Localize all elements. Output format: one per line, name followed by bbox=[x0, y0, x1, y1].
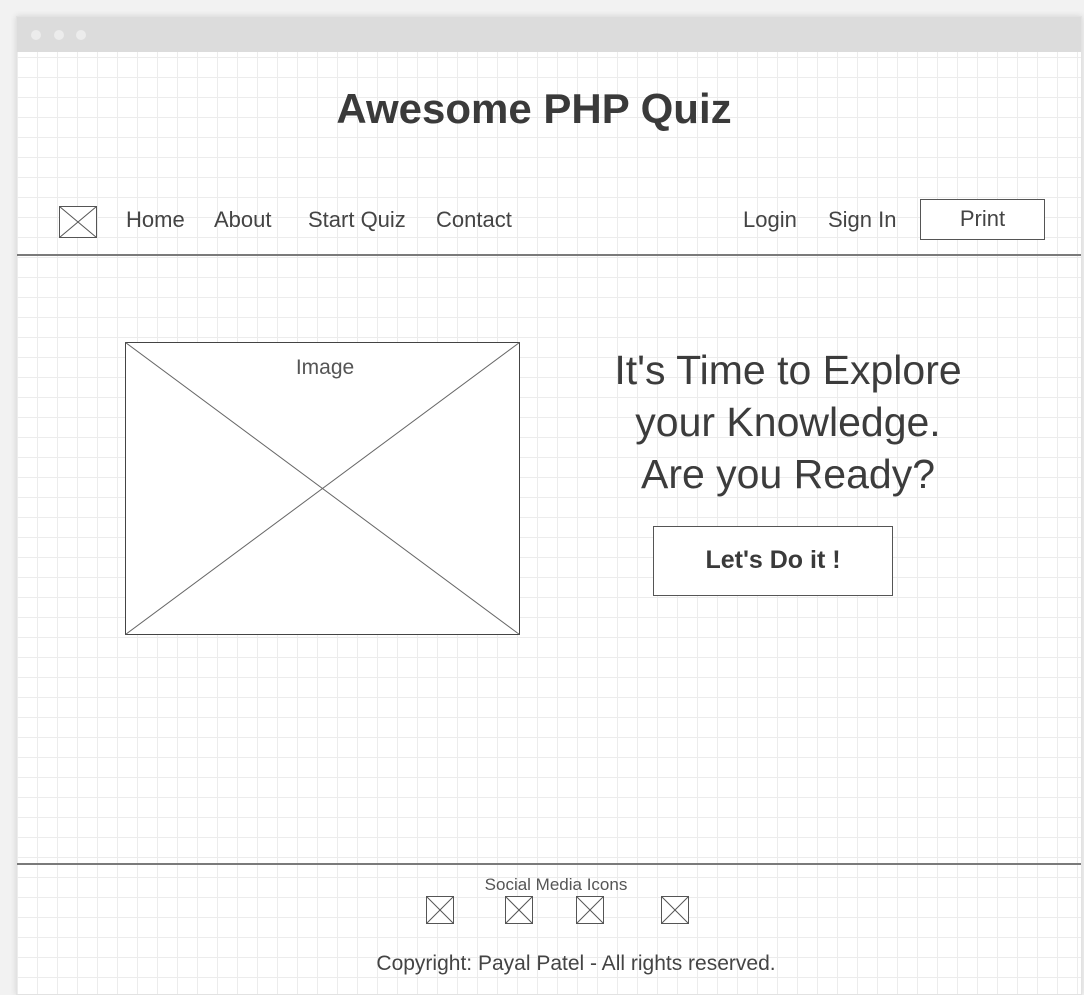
hero-headline: It's Time to Explore your Knowledge. Are… bbox=[568, 344, 1008, 500]
print-button[interactable]: Print bbox=[920, 199, 1045, 240]
nav-login[interactable]: Login bbox=[743, 207, 797, 233]
nav-home[interactable]: Home bbox=[126, 207, 185, 233]
social-media-3-icon[interactable] bbox=[576, 896, 604, 924]
nav-contact[interactable]: Contact bbox=[436, 207, 512, 233]
start-quiz-button[interactable]: Let's Do it ! bbox=[653, 526, 893, 596]
hero-headline-line: Are you Ready? bbox=[640, 451, 935, 497]
header-divider bbox=[17, 254, 1081, 256]
nav-sign-in[interactable]: Sign In bbox=[828, 207, 897, 233]
social-media-1-icon[interactable] bbox=[426, 896, 454, 924]
copyright-text: Copyright: Payal Patel - All rights rese… bbox=[376, 952, 776, 975]
image-placeholder bbox=[125, 342, 520, 635]
window-dot bbox=[54, 30, 64, 40]
social-media-4-icon[interactable] bbox=[661, 896, 689, 924]
window-titlebar bbox=[17, 17, 1081, 52]
nav-about[interactable]: About bbox=[214, 207, 272, 233]
footer-divider bbox=[17, 863, 1081, 865]
hero-headline-line: It's Time to Explore bbox=[614, 347, 962, 393]
page-title: Awesome PHP Quiz bbox=[336, 85, 732, 132]
window-dot bbox=[31, 30, 41, 40]
image-label: Image bbox=[295, 356, 355, 379]
nav-start-quiz[interactable]: Start Quiz bbox=[308, 207, 406, 233]
browser-window: Awesome PHP Quiz Home About Start Quiz C… bbox=[16, 16, 1082, 995]
social-media-2-icon[interactable] bbox=[505, 896, 533, 924]
logo-placeholder-icon[interactable] bbox=[59, 206, 97, 238]
hero-headline-line: your Knowledge. bbox=[635, 399, 941, 445]
window-dot bbox=[76, 30, 86, 40]
social-media-label: Social Media Icons bbox=[484, 875, 628, 894]
